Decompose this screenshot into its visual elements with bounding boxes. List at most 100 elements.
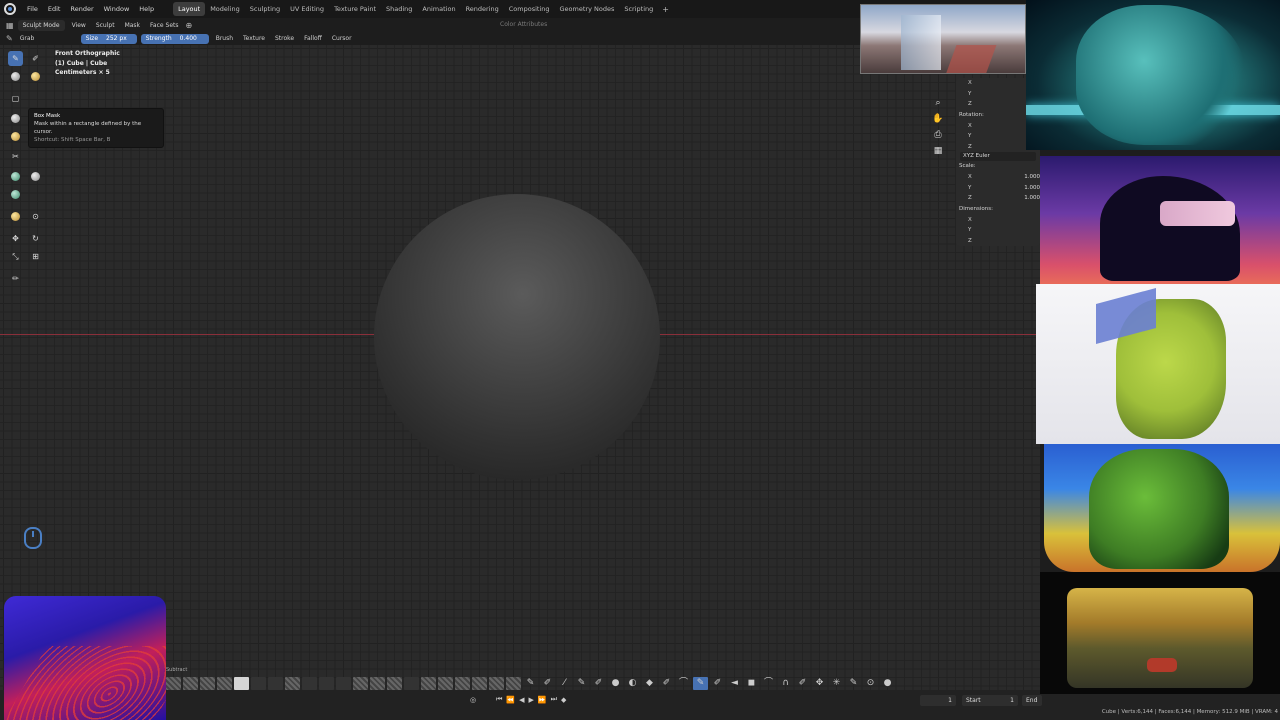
brush-draw-icon[interactable]: ✐ <box>540 677 555 690</box>
playback-icon[interactable]: ◎ <box>470 696 476 704</box>
brush-thumb[interactable] <box>336 677 351 690</box>
brush-draw-icon[interactable]: ⌒ <box>761 677 776 690</box>
layer-tool-icon[interactable] <box>28 69 43 84</box>
box-mask-tool-icon[interactable]: ▢ <box>8 91 23 106</box>
prev-keyframe-icon[interactable]: ⏪ <box>506 696 515 704</box>
transform-tool-icon[interactable]: ⊞ <box>28 249 43 264</box>
tab-shading[interactable]: Shading <box>381 2 417 16</box>
tab-scripting[interactable]: Scripting <box>619 2 658 16</box>
brush-draw-icon[interactable]: ✐ <box>591 677 606 690</box>
mode-selector[interactable]: Sculpt Mode <box>17 19 65 31</box>
brush-draw-icon[interactable]: ✳ <box>829 677 844 690</box>
cursor-dropdown[interactable]: Cursor <box>329 35 355 42</box>
brush-thumb[interactable] <box>251 677 266 690</box>
add-workspace-button[interactable]: + <box>658 5 673 14</box>
brush-dropdown[interactable]: Brush <box>213 35 236 42</box>
pan-hand-icon[interactable]: ✋ <box>932 113 944 125</box>
brush-thumb[interactable] <box>285 677 300 690</box>
brush-thumb[interactable] <box>217 677 232 690</box>
texture-dropdown[interactable]: Texture <box>240 35 268 42</box>
menu-mask[interactable]: Mask <box>122 22 143 29</box>
menu-face-sets[interactable]: Face Sets <box>147 22 181 29</box>
brush-thumb[interactable] <box>421 677 436 690</box>
tab-geometry-nodes[interactable]: Geometry Nodes <box>555 2 620 16</box>
brush-thumb[interactable] <box>506 677 521 690</box>
brush-draw-icon[interactable]: ⊙ <box>863 677 878 690</box>
brush-thumb[interactable] <box>353 677 368 690</box>
brush-thumb[interactable] <box>489 677 504 690</box>
brush-thumb[interactable] <box>302 677 317 690</box>
brush-draw-icon[interactable]: ● <box>880 677 895 690</box>
mask-tool-icon[interactable] <box>8 111 23 126</box>
thumb-tool-icon[interactable] <box>28 169 43 184</box>
3d-viewport[interactable]: Front Orthographic (1) Cube | Cube Centi… <box>0 45 1040 690</box>
brush-draw-icon[interactable]: ⁄ <box>557 677 572 690</box>
brush-draw-icon[interactable]: ✥ <box>812 677 827 690</box>
scale-y-row[interactable]: Y 1.000 <box>956 183 1040 194</box>
sculpt-sphere[interactable] <box>374 194 660 480</box>
tab-compositing[interactable]: Compositing <box>504 2 555 16</box>
smooth-tool-icon[interactable] <box>8 129 23 144</box>
brush-thumb[interactable] <box>200 677 215 690</box>
brush-active-icon[interactable]: ✎ <box>693 677 708 690</box>
tab-sculpting[interactable]: Sculpting <box>245 2 285 16</box>
brush-draw-icon[interactable]: ✐ <box>795 677 810 690</box>
menu-file[interactable]: File <box>22 0 43 18</box>
tab-rendering[interactable]: Rendering <box>461 2 504 16</box>
menu-view[interactable]: View <box>69 22 89 29</box>
pinch-tool-icon[interactable]: ✂ <box>8 149 23 164</box>
keying-icon[interactable]: ◆ <box>561 696 566 704</box>
search-zoom-tool-icon[interactable]: ⊙ <box>28 209 43 224</box>
tab-modeling[interactable]: Modeling <box>205 2 245 16</box>
brush-draw-icon[interactable]: ◆ <box>642 677 657 690</box>
current-frame-field[interactable]: 1 <box>920 695 956 706</box>
nudge-tool-icon[interactable] <box>8 209 23 224</box>
brush-thumb[interactable] <box>438 677 453 690</box>
jump-start-icon[interactable]: ⏮ <box>496 695 502 704</box>
tab-texture-paint[interactable]: Texture Paint <box>329 2 381 16</box>
brush-draw-icon[interactable]: ✎ <box>574 677 589 690</box>
scale-z-row[interactable]: Z 1.000 <box>956 193 1040 204</box>
blender-logo-icon[interactable] <box>4 3 16 15</box>
strength-field[interactable]: Strength 0.400 <box>140 33 209 44</box>
brush-draw-icon[interactable]: ◼ <box>744 677 759 690</box>
menu-render[interactable]: Render <box>65 0 98 18</box>
dimension-y-row[interactable]: Y <box>956 225 1040 236</box>
tab-animation[interactable]: Animation <box>417 2 460 16</box>
brush-draw-icon[interactable]: ● <box>608 677 623 690</box>
falloff-dropdown[interactable]: Falloff <box>301 35 325 42</box>
scale-x-row[interactable]: X 1.000 <box>956 172 1040 183</box>
zoom-icon[interactable]: ⌕ <box>932 97 944 109</box>
menu-window[interactable]: Window <box>99 0 135 18</box>
brush-thumb[interactable] <box>387 677 402 690</box>
color-attributes-dropdown[interactable]: Color Attributes <box>500 18 547 32</box>
tab-uv-editing[interactable]: UV Editing <box>285 2 329 16</box>
brush-thumb[interactable] <box>370 677 385 690</box>
play-icon[interactable]: ▶ <box>529 696 534 704</box>
size-field[interactable]: Size 252 px <box>80 33 137 44</box>
grid-icon[interactable]: ▦ <box>932 145 944 157</box>
brush-thumb[interactable] <box>404 677 419 690</box>
pose-tool-icon[interactable] <box>8 187 23 202</box>
annotate-tool-icon[interactable]: ✏ <box>8 271 23 286</box>
next-keyframe-icon[interactable]: ⏩ <box>538 696 547 704</box>
brush-thumb[interactable] <box>472 677 487 690</box>
jump-end-icon[interactable]: ⏭ <box>551 695 557 704</box>
play-reverse-icon[interactable]: ◀ <box>519 696 524 704</box>
brush-draw-icon[interactable]: ✐ <box>659 677 674 690</box>
end-frame-field[interactable]: End <box>1022 695 1042 706</box>
brush-thumb[interactable] <box>234 677 249 690</box>
dimension-x-row[interactable]: X <box>956 215 1040 226</box>
camera-icon[interactable]: ⎙ <box>932 129 944 141</box>
draw-sharp-tool-icon[interactable]: ✐ <box>28 51 43 66</box>
rotate-tool-icon[interactable]: ↻ <box>28 231 43 246</box>
brush-tool-name[interactable]: Grab <box>17 35 77 42</box>
brush-draw-icon[interactable]: ◐ <box>625 677 640 690</box>
snake-hook-tool-icon[interactable] <box>8 169 23 184</box>
menu-edit[interactable]: Edit <box>43 0 66 18</box>
brush-draw-icon[interactable]: ⌒ <box>676 677 691 690</box>
brush-draw-icon[interactable]: ◄ <box>727 677 742 690</box>
draw-brush-tool-icon[interactable]: ✎ <box>8 51 23 66</box>
tab-layout[interactable]: Layout <box>173 2 206 16</box>
clay-tool-icon[interactable] <box>8 69 23 84</box>
